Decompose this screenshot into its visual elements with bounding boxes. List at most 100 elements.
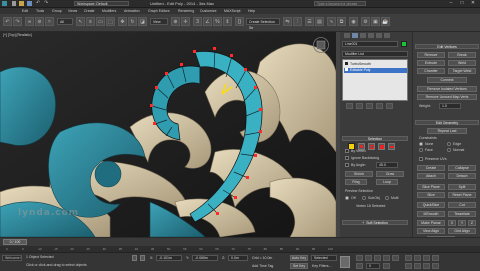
maxscript-listener[interactable]: Welcome to M [2, 255, 22, 261]
render-production-icon[interactable]: ☕ [381, 17, 390, 26]
maximize-button[interactable]: □ [457, 0, 467, 7]
visibility-bulb-icon[interactable] [345, 68, 348, 71]
window-crossing-icon[interactable]: ⬚ [106, 17, 115, 26]
field-of-view-icon[interactable] [405, 263, 412, 269]
redo-tool-icon[interactable]: ↷ [13, 17, 22, 26]
minimize-button[interactable]: – [446, 0, 456, 7]
close-button[interactable]: ✕ [468, 0, 478, 7]
collapse-button[interactable]: Collapse [448, 165, 476, 171]
selection-filter-dropdown[interactable]: All [57, 18, 73, 25]
grow-button[interactable]: Grow [376, 171, 404, 177]
viewport-top[interactable]: [+] [Top] [Realistic] lynda.com [0, 32, 336, 237]
remove-unused-map-verts-button[interactable]: Remove Unused Map Verts [417, 94, 477, 100]
menu-create[interactable]: Create [84, 9, 95, 13]
show-end-result-icon[interactable] [356, 103, 363, 109]
link-icon[interactable]: ∞ [25, 17, 34, 26]
tessellate-button[interactable]: Tessellate [448, 211, 476, 217]
viewcube-icon[interactable] [312, 36, 330, 54]
percent-snap-icon[interactable]: % [213, 17, 222, 26]
extrude-button[interactable]: Extrude [417, 60, 445, 66]
constraint-face-radio[interactable] [419, 148, 423, 152]
select-manipulate-icon[interactable]: ✛ [181, 17, 190, 26]
search-field[interactable]: Type a keyword or phrase [314, 1, 366, 6]
menu-edit[interactable]: Edit [22, 9, 28, 13]
preview-subobj-radio[interactable] [362, 196, 366, 200]
graphite-ribbon-icon[interactable]: ▤ [315, 17, 324, 26]
remove-isolated-vertices-button[interactable]: Remove Isolated Vertices [417, 86, 477, 92]
make-planar-x-button[interactable]: X [448, 220, 456, 226]
split-button[interactable]: Split [448, 184, 476, 190]
visibility-bulb-icon[interactable] [345, 62, 348, 65]
maximize-viewport-icon[interactable] [432, 263, 439, 269]
bind-space-warp-icon[interactable]: ≈ [45, 17, 54, 26]
edit-vertices-rollout-header[interactable]: Edit Vertices [415, 44, 479, 49]
object-color-swatch[interactable] [401, 41, 407, 47]
menu-animation[interactable]: Animation [124, 9, 140, 13]
quick-access-save-icon[interactable] [27, 1, 32, 6]
configure-modifier-sets-icon[interactable] [386, 103, 393, 109]
pan-view-icon[interactable] [414, 263, 421, 269]
ring-button[interactable]: Ring [345, 179, 367, 185]
zoom-all-icon[interactable] [414, 255, 421, 261]
create-button[interactable]: Create [417, 165, 445, 171]
time-slider-thumb[interactable]: 0 / 100 [3, 239, 27, 245]
quickslice-button[interactable]: QuickSlice [417, 202, 445, 208]
loop-button[interactable]: Loop [376, 179, 398, 185]
preview-off-radio[interactable] [345, 196, 349, 200]
menu-group[interactable]: Group [52, 9, 62, 13]
go-to-end-icon[interactable] [392, 255, 399, 261]
material-editor-icon[interactable]: ◉ [349, 17, 358, 26]
y-coordinate-field[interactable]: -0.065m [192, 255, 218, 261]
undo-tool-icon[interactable]: ↶ [3, 17, 12, 26]
select-scale-icon[interactable]: ◪ [138, 17, 147, 26]
break-button[interactable]: Break [448, 52, 476, 58]
menu-modifiers[interactable]: Modifiers [102, 9, 116, 13]
detach-button[interactable]: Detach [448, 173, 476, 179]
create-tab-icon[interactable] [344, 33, 350, 38]
msmooth-button[interactable]: MSmooth [417, 211, 445, 217]
display-tab-icon[interactable] [376, 33, 382, 38]
make-planar-z-button[interactable]: Z [468, 220, 476, 226]
next-frame-icon[interactable] [383, 255, 390, 261]
undo-icon[interactable]: ↶ [36, 0, 40, 6]
by-angle-spinner[interactable]: 45.0 [376, 162, 398, 168]
menu-tools[interactable]: Tools [36, 9, 44, 13]
angle-snap-icon[interactable]: ∠ [203, 17, 212, 26]
shrink-button[interactable]: Shrink [345, 171, 373, 177]
menu-help[interactable]: Help [248, 9, 255, 13]
select-object-icon[interactable]: ↖ [76, 17, 85, 26]
constraint-edge-radio[interactable] [447, 142, 451, 146]
reset-plane-button[interactable]: Reset Plane [448, 192, 476, 198]
absolute-mode-icon[interactable] [140, 255, 145, 261]
z-coordinate-field[interactable]: 0.0m [228, 255, 248, 261]
weld-button[interactable]: Weld [448, 60, 476, 66]
utilities-tab-icon[interactable] [384, 33, 390, 38]
lock-selection-icon[interactable] [132, 255, 137, 261]
render-setup-icon[interactable]: ⚙ [361, 17, 370, 26]
viewport-scene[interactable] [0, 32, 336, 237]
key-mode-toggle-icon[interactable] [356, 263, 363, 269]
auto-key-button[interactable]: Auto Key [290, 255, 308, 261]
set-key-icon[interactable] [340, 256, 350, 268]
preview-multi-radio[interactable] [385, 196, 389, 200]
pin-stack-icon[interactable] [346, 103, 353, 109]
play-icon[interactable] [374, 255, 381, 261]
time-configuration-icon[interactable] [383, 263, 390, 269]
modifier-stack-list[interactable]: TurboSmooth Editable Poly [342, 59, 408, 101]
workspace-dropdown[interactable]: Workspace: Default [74, 1, 129, 6]
select-rotate-icon[interactable]: ↻ [128, 17, 137, 26]
pivot-center-icon[interactable]: ⊕ [171, 17, 180, 26]
viewport-label[interactable]: [+] [Top] [Realistic] [3, 33, 32, 37]
select-move-icon[interactable]: ✥ [118, 17, 127, 26]
snaps-toggle-icon[interactable]: 3 [193, 17, 202, 26]
hierarchy-tab-icon[interactable] [360, 33, 366, 38]
app-logo-icon[interactable] [2, 1, 7, 6]
make-unique-icon[interactable] [366, 103, 373, 109]
chamfer-button[interactable]: Chamfer [417, 68, 445, 74]
selection-rollout-header[interactable]: Selection [342, 136, 408, 141]
key-filters-button[interactable]: Key Filters... [312, 264, 331, 268]
curve-editor-icon[interactable]: ∿ [327, 17, 336, 26]
layer-manager-icon[interactable]: ☰ [305, 17, 314, 26]
attach-button[interactable]: Attach [417, 173, 445, 179]
redo-icon[interactable]: ↷ [44, 0, 48, 6]
